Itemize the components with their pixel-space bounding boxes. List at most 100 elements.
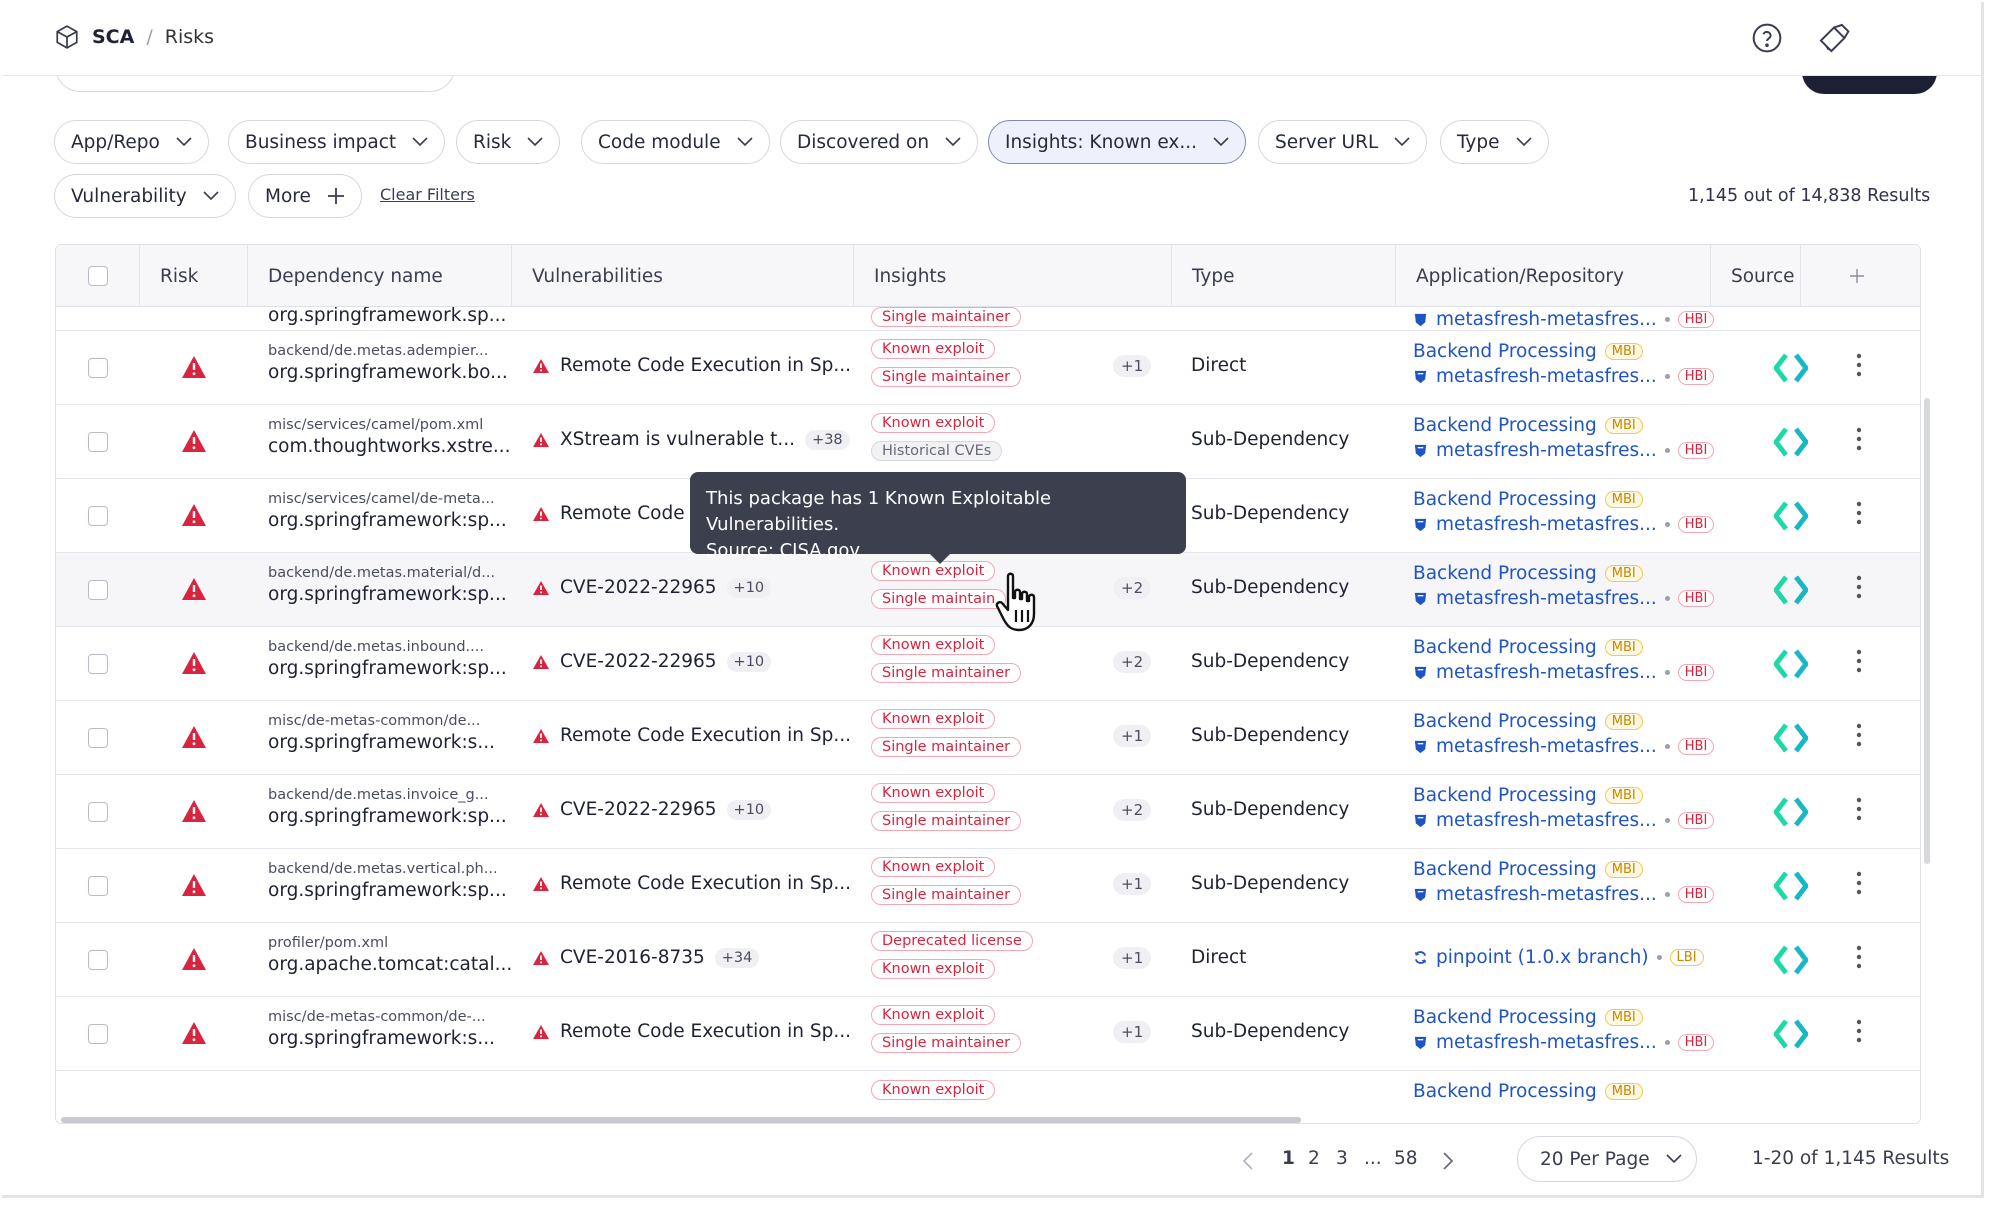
vulnerability-count-badge[interactable]: +38 [805, 429, 850, 450]
insight-tag[interactable]: Single maintain [871, 589, 1007, 609]
chevron-left-icon[interactable] [1242, 1152, 1254, 1170]
application-link[interactable]: Backend Processing [1413, 1007, 1597, 1028]
dependency-name[interactable]: org.springframework:sp... [268, 510, 507, 531]
insight-tag[interactable]: Known exploit [871, 413, 996, 433]
more-insights-badge[interactable]: +1 [1113, 355, 1152, 377]
more-insights-badge[interactable]: +1 [1113, 1021, 1152, 1043]
row-checkbox[interactable] [88, 1024, 108, 1044]
table-row[interactable]: backend/de.metas.adempier... org.springfr… [56, 331, 1920, 405]
filter-code-module[interactable]: Code module [581, 120, 770, 164]
page-58[interactable]: 58 [1394, 1148, 1418, 1169]
filter-type[interactable]: Type [1440, 120, 1549, 164]
select-all-checkbox[interactable] [88, 266, 108, 286]
row-checkbox[interactable] [88, 802, 108, 822]
breadcrumb-root[interactable]: SCA [92, 26, 134, 48]
kebab-menu-icon[interactable] [1856, 723, 1862, 747]
table-row[interactable]: backend/de.metas.vertical.ph... org.sprin… [56, 849, 1920, 923]
insight-tag[interactable]: Single maintainer [871, 811, 1022, 831]
vulnerability-cell[interactable]: Remote Code E [532, 503, 702, 524]
repo-link[interactable]: metasfresh-metasfres... [1436, 514, 1657, 535]
dependency-name[interactable]: org.springframework:sp... [268, 806, 507, 827]
more-insights-badge[interactable]: +2 [1113, 577, 1152, 599]
kebab-menu-icon[interactable] [1856, 501, 1862, 525]
application-link[interactable]: Backend Processing [1413, 1081, 1597, 1102]
insight-tag[interactable]: Known exploit [871, 635, 996, 655]
page-1[interactable]: 1 [1282, 1148, 1295, 1169]
repo-link[interactable]: metasfresh-metasfres... [1436, 810, 1657, 831]
repo-link[interactable]: metasfresh-metasfres... [1436, 588, 1657, 609]
repo-link[interactable]: pinpoint (1.0.x branch) [1436, 947, 1649, 968]
kebab-menu-icon[interactable] [1856, 353, 1862, 377]
more-insights-badge[interactable]: +1 [1113, 725, 1152, 747]
table-row[interactable]: backend/de.metas.inbound.... org.springfr… [56, 627, 1920, 701]
col-dependency-name[interactable]: Dependency name [248, 245, 512, 307]
col-application-repository[interactable]: Application/Repository [1396, 245, 1711, 307]
clear-filters-link[interactable]: Clear Filters [380, 185, 475, 204]
vulnerability-cell[interactable]: Remote Code Execution in Sp... [532, 725, 851, 746]
kebab-menu-icon[interactable] [1856, 945, 1862, 969]
per-page-select[interactable]: 20 Per Page [1517, 1136, 1697, 1182]
kebab-menu-icon[interactable] [1856, 797, 1862, 821]
insight-tag[interactable]: Known exploit [871, 561, 996, 581]
row-checkbox[interactable] [88, 358, 108, 378]
source-code-icon[interactable] [1773, 649, 1809, 679]
row-checkbox[interactable] [88, 580, 108, 600]
application-link[interactable]: Backend Processing [1413, 637, 1597, 658]
filter-business-impact[interactable]: Business impact [228, 120, 446, 164]
source-code-icon[interactable] [1773, 871, 1809, 901]
source-code-icon[interactable] [1773, 353, 1809, 383]
row-checkbox[interactable] [88, 654, 108, 674]
application-link[interactable]: Backend Processing [1413, 785, 1597, 806]
kebab-menu-icon[interactable] [1856, 575, 1862, 599]
kebab-menu-icon[interactable] [1856, 427, 1862, 451]
megaphone-icon[interactable] [1817, 22, 1851, 54]
vulnerability-count-badge[interactable]: +10 [726, 799, 772, 820]
chevron-right-icon[interactable] [1442, 1152, 1454, 1170]
row-checkbox[interactable] [88, 728, 108, 748]
insight-tag[interactable]: Known exploit [871, 1005, 996, 1025]
repo-link[interactable]: metasfresh-metasfres... [1436, 440, 1657, 461]
table-row[interactable]: backend/de.metas.invoice_g... org.springf… [56, 775, 1920, 849]
kebab-menu-icon[interactable] [1856, 1019, 1862, 1043]
source-code-icon[interactable] [1773, 501, 1809, 531]
horizontal-scrollbar[interactable] [61, 1117, 1301, 1123]
row-checkbox[interactable] [88, 432, 108, 452]
vertical-scrollbar[interactable] [1924, 398, 1930, 864]
dependency-name[interactable]: org.springframework:s... [268, 1028, 498, 1049]
vulnerability-count-badge[interactable]: +10 [726, 651, 772, 672]
insight-tag[interactable]: Single maintainer [871, 1033, 1022, 1053]
vulnerability-cell[interactable]: XStream is vulnerable t... +38 [532, 429, 850, 450]
repo-link[interactable]: metasfresh-metasfres... [1436, 662, 1657, 683]
table-row[interactable]: misc/services/camel/pom.xml com.thoughtwo… [56, 405, 1920, 479]
col-risk[interactable]: Risk [140, 245, 248, 307]
application-link[interactable]: Backend Processing [1413, 489, 1597, 510]
insight-tag[interactable]: Known exploit [871, 959, 996, 979]
source-code-icon[interactable] [1773, 945, 1809, 975]
more-insights-badge[interactable]: +1 [1113, 947, 1152, 969]
filter-more[interactable]: More [248, 174, 362, 218]
repo-link[interactable]: metasfresh-metasfres... [1436, 366, 1657, 387]
vulnerability-cell[interactable]: CVE-2022-22965 +10 [532, 577, 772, 598]
table-row[interactable]: backend/de.metas.material/d... org.spring… [56, 553, 1920, 627]
col-type[interactable]: Type [1172, 245, 1396, 307]
col-vulnerabilities[interactable]: Vulnerabilities [512, 245, 854, 307]
repo-link[interactable]: metasfresh-metasfres... [1436, 736, 1657, 757]
table-row[interactable]: misc/de-metas-common/de-... org.springfra… [56, 997, 1920, 1071]
vulnerability-cell[interactable]: Remote Code Execution in Sp... [532, 355, 851, 376]
insight-tag[interactable]: Known exploit [871, 339, 996, 359]
vulnerability-cell[interactable]: CVE-2022-22965 +10 [532, 651, 772, 672]
dependency-name[interactable]: org.springframework.bo... [268, 362, 508, 383]
dependency-name[interactable]: org.springframework:s... [268, 732, 498, 753]
source-code-icon[interactable] [1773, 723, 1809, 753]
col-source[interactable]: Source [1711, 245, 1801, 307]
filter-risk[interactable]: Risk [456, 120, 561, 164]
plus-icon[interactable] [1849, 268, 1865, 284]
insight-tag[interactable]: Single maintainer [871, 885, 1022, 905]
vulnerability-cell[interactable]: CVE-2022-22965 +10 [532, 799, 772, 820]
vulnerability-cell[interactable]: Remote Code Execution in Sp... [532, 1021, 851, 1042]
dependency-name[interactable]: org.springframework:sp... [268, 880, 507, 901]
kebab-menu-icon[interactable] [1856, 649, 1862, 673]
help-icon[interactable] [1751, 22, 1783, 54]
application-link[interactable]: Backend Processing [1413, 563, 1597, 584]
vulnerability-count-badge[interactable]: +34 [714, 947, 760, 968]
